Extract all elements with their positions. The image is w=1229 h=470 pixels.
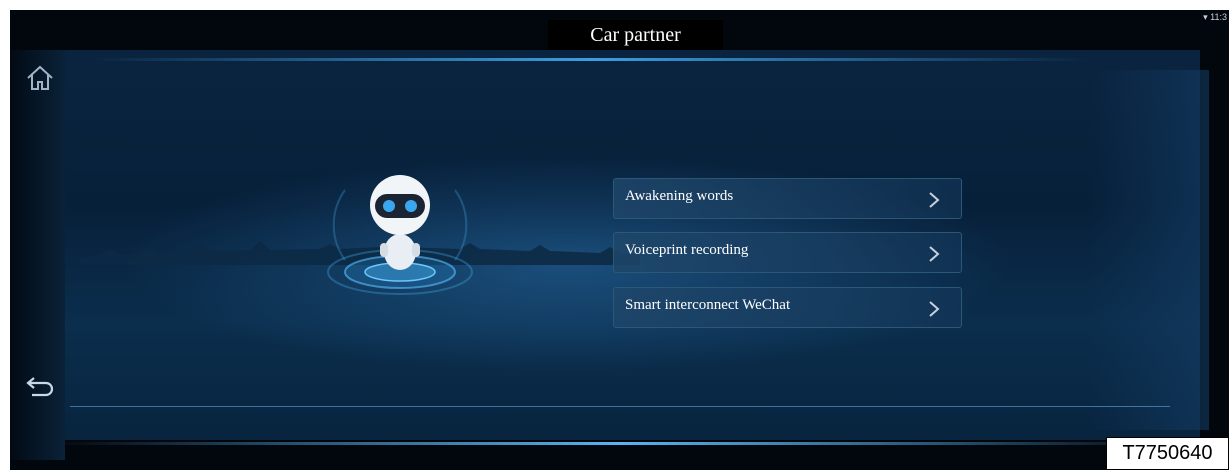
back-icon[interactable] bbox=[24, 370, 56, 402]
menu-item-label: Awakening words bbox=[625, 188, 734, 204]
car-screen: ▾ 11:3 Car partner Awakening words Voice… bbox=[10, 10, 1229, 470]
menu-item-label: Voiceprint recording bbox=[625, 242, 749, 258]
wifi-icon: ▾ bbox=[1203, 12, 1208, 22]
chevron-right-icon bbox=[929, 192, 940, 208]
floor-line bbox=[70, 406, 1170, 407]
menu-item-awakening-words[interactable]: Awakening words bbox=[613, 178, 962, 219]
chevron-right-icon bbox=[929, 246, 940, 262]
top-glow-line bbox=[90, 58, 1090, 61]
menu-item-label: Smart interconnect WeChat bbox=[625, 297, 791, 313]
bottom-glow-line bbox=[50, 442, 1190, 445]
menu-item-smart-interconnect-wechat[interactable]: Smart interconnect WeChat bbox=[613, 287, 962, 328]
page-title: Car partner bbox=[548, 20, 723, 50]
menu-item-voiceprint-recording[interactable]: Voiceprint recording bbox=[613, 232, 962, 273]
robot-assistant-icon bbox=[327, 175, 473, 295]
status-bar: ▾ 11:3 bbox=[1203, 12, 1227, 23]
status-time: 11:3 bbox=[1210, 12, 1227, 22]
figure-code: T7750640 bbox=[1106, 437, 1229, 470]
chevron-right-icon bbox=[929, 301, 940, 317]
home-icon[interactable] bbox=[24, 62, 56, 94]
right-wall-glow bbox=[1089, 70, 1209, 430]
